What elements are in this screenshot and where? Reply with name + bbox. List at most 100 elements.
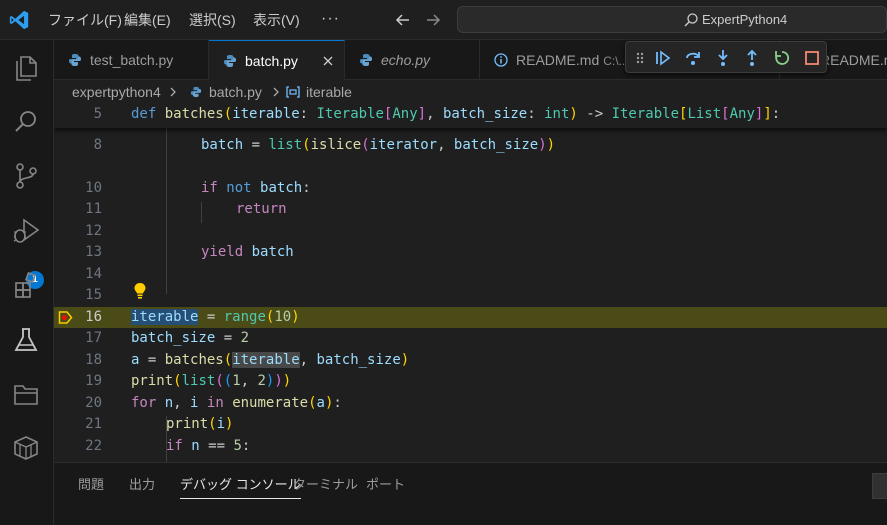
tab-label: README.md C:\... [516, 52, 629, 68]
code-editor[interactable]: 5 def batches(iterable: Iterable[Any], b… [54, 104, 887, 462]
extensions-icon[interactable] [11, 270, 41, 300]
command-center-text: ExpertPython4 [702, 12, 788, 27]
stop-icon[interactable] [803, 49, 821, 67]
code-line: 15 [54, 285, 887, 306]
source-control-icon[interactable] [11, 161, 41, 191]
step-out-icon[interactable] [743, 49, 761, 67]
forward-arrow-icon[interactable] [423, 10, 443, 30]
line-number: 14 [85, 266, 102, 282]
code-text: print(i) [166, 416, 234, 432]
continue-icon[interactable] [654, 49, 672, 67]
python-file-icon [69, 54, 81, 66]
code-line: 5 def batches(iterable: Iterable[Any], b… [54, 104, 887, 125]
menu-file[interactable]: ファイル(F) [48, 0, 122, 40]
drag-handle-icon[interactable] [634, 49, 646, 67]
line-number: 17 [85, 330, 102, 346]
code-line: 11 return [54, 199, 887, 220]
menu-selection[interactable]: 選択(S) [189, 0, 236, 40]
code-line: 14 [54, 264, 887, 285]
step-over-icon[interactable] [684, 49, 702, 67]
python-file-icon [190, 86, 202, 98]
tab-test-batch[interactable]: test_batch.py [54, 40, 209, 80]
line-number: 22 [85, 438, 102, 454]
search-icon [684, 13, 698, 27]
remote-explorer-folder-icon[interactable] [11, 379, 41, 409]
testing-flask-icon[interactable] [11, 325, 41, 355]
tab-label: test_batch.py [90, 52, 174, 68]
activity-bar: 1 [0, 40, 54, 525]
restart-icon[interactable] [773, 49, 791, 67]
breadcrumb-symbol[interactable]: iterable [306, 80, 352, 104]
tab-output[interactable]: 出力 [129, 463, 155, 505]
tab-label: batch.py [245, 53, 298, 69]
panel-filter-box[interactable] [872, 473, 887, 499]
variable-icon [286, 86, 300, 98]
code-line: 10 if not batch: [54, 178, 887, 199]
code-line: 12 [54, 221, 887, 242]
vscode-logo-icon [9, 10, 29, 30]
menu-more-button[interactable]: ··· [321, 0, 340, 40]
close-icon[interactable] [321, 54, 335, 68]
tab-debug-console[interactable]: デバッグ コンソール [180, 463, 301, 505]
breadcrumb: expertpython4 batch.py iterable [54, 80, 887, 104]
line-number: 20 [85, 395, 102, 411]
line-number: 5 [93, 106, 102, 122]
command-center-search[interactable]: ExpertPython4 [457, 6, 887, 33]
line-number: 16 [85, 309, 102, 325]
chevron-right-icon [170, 87, 176, 97]
code-line: 8 batch = list(islice(iterator, batch_si… [54, 135, 887, 156]
search-view-icon[interactable] [11, 107, 41, 137]
python-file-icon [224, 55, 236, 67]
tab-terminal[interactable]: ターミナル [293, 463, 358, 505]
explorer-icon[interactable] [11, 53, 41, 83]
chevron-right-icon [273, 87, 279, 97]
tab-label: README.md [820, 52, 887, 68]
title-bar: ファイル(F) 編集(E) 選択(S) 表示(V) ··· ExpertPyth… [0, 0, 887, 40]
menu-edit[interactable]: 編集(E) [124, 0, 171, 40]
code-text: batch = list(islice(iterator, batch_size… [201, 137, 556, 153]
code-text: batch_size = 2 [131, 330, 250, 346]
tab-batch[interactable]: batch.py [209, 40, 345, 81]
run-debug-icon[interactable] [11, 216, 41, 246]
code-line: 21 print(i) [54, 414, 887, 435]
step-into-icon[interactable] [714, 49, 732, 67]
line-number: 10 [85, 180, 102, 196]
package-cube-icon[interactable] [11, 433, 41, 463]
info-icon [494, 53, 508, 67]
line-number: 8 [93, 137, 102, 153]
code-text: if not batch: [201, 180, 311, 196]
python-file-icon [360, 54, 372, 66]
code-text: def batches(iterable: Iterable[Any], bat… [131, 106, 781, 122]
code-line: 13 yield batch [54, 242, 887, 263]
code-text: return [236, 201, 287, 217]
line-number: 19 [85, 373, 102, 389]
menu-view[interactable]: 表示(V) [253, 0, 300, 40]
code-line: 22 if n == 5: [54, 436, 887, 457]
lightbulb-icon[interactable] [133, 282, 147, 300]
code-line: 17 batch_size = 2 [54, 328, 887, 349]
tab-ports[interactable]: ポート [366, 463, 405, 505]
code-text: yield batch [201, 244, 294, 260]
line-number: 18 [85, 352, 102, 368]
line-number: 12 [85, 223, 102, 239]
bottom-panel: 問題 出力 デバッグ コンソール ターミナル ポート [54, 462, 887, 525]
breadcrumb-file[interactable]: batch.py [209, 80, 262, 104]
sticky-scroll-header[interactable]: 5 def batches(iterable: Iterable[Any], b… [54, 104, 887, 128]
debug-toolbar [625, 41, 827, 73]
code-line: 19 print(list((1, 2))) [54, 371, 887, 392]
code-text: print(list((1, 2))) [131, 373, 292, 389]
code-text: a = batches(iterable, batch_size) [131, 352, 410, 368]
code-text: for n, i in enumerate(a): [131, 395, 342, 411]
tab-echo[interactable]: echo.py [345, 40, 480, 80]
line-number: 13 [85, 244, 102, 260]
code-text: if n == 5: [166, 438, 251, 454]
back-arrow-icon[interactable] [393, 10, 413, 30]
breadcrumb-folder[interactable]: expertpython4 [72, 80, 161, 104]
current-line: 16 iterable = range(10) [54, 307, 887, 328]
line-number: 15 [85, 287, 102, 303]
code-line: 20 for n, i in enumerate(a): [54, 393, 887, 414]
line-number: 21 [85, 416, 102, 432]
tab-problems[interactable]: 問題 [78, 463, 104, 505]
code-text: iterable = range(10) [131, 309, 300, 325]
tab-label: echo.py [381, 52, 431, 68]
